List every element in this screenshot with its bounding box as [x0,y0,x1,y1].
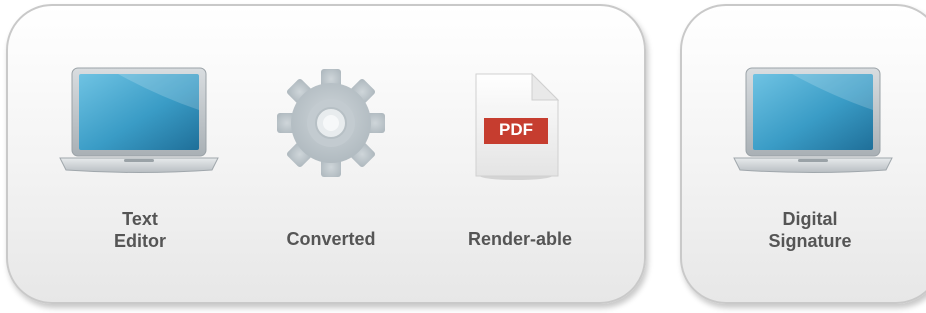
step-label-line: Digital [782,209,838,229]
step-label-digital-signature: Digital Signature [740,208,880,252]
step-label-line: Text [122,209,158,229]
step-label-converted: Converted [260,228,402,250]
step-label-renderable: Render-able [440,228,600,250]
step-label-line: Render-able [467,229,573,249]
step-label-line: Signature [768,231,852,251]
step-label-line: Editor [114,231,166,251]
step-label-line: Converted [286,229,376,249]
step-label-text-editor: Text Editor [70,208,210,252]
laptop-icon [733,67,893,173]
gear-icon [277,69,385,177]
laptop-icon [59,67,219,173]
pdf-badge-label: PDF [499,120,533,139]
